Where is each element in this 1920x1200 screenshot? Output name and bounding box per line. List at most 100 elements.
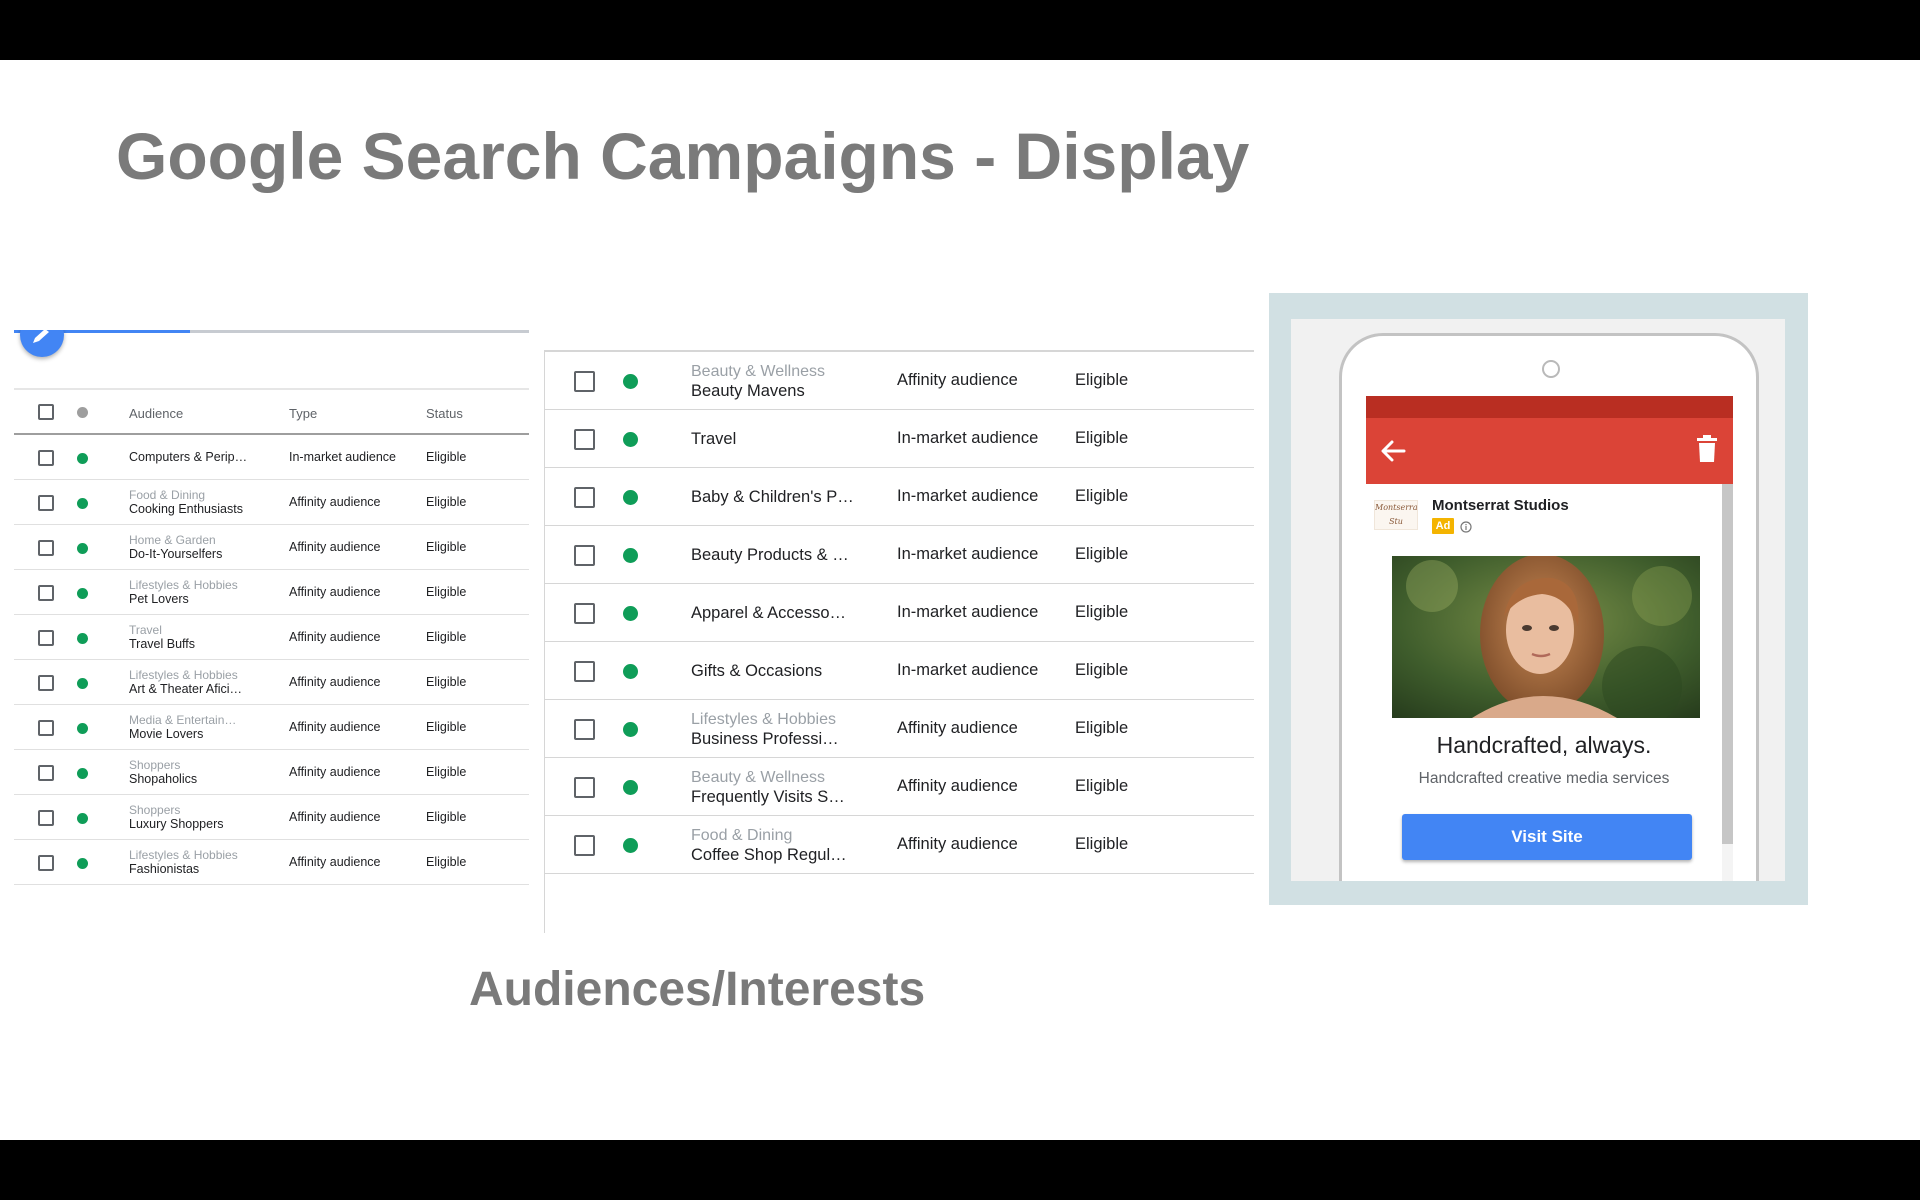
audience-category: Travel (129, 623, 162, 637)
table-row[interactable]: Lifestyles & Hobbies Fashionistas Affinit… (14, 840, 529, 885)
row-checkbox[interactable] (38, 855, 54, 871)
edit-audiences-button[interactable] (20, 330, 64, 357)
audience-name[interactable]: Beauty Mavens (691, 381, 861, 401)
table-row[interactable]: Shoppers Luxury Shoppers Affinity audienc… (14, 795, 529, 840)
audience-name[interactable]: Business Professi… (691, 729, 861, 749)
audience-name[interactable]: Art & Theater Afici… (129, 682, 259, 697)
scrollbar[interactable] (1722, 484, 1733, 844)
table-row[interactable]: Lifestyles & Hobbies Pet Lovers Affinity … (14, 570, 529, 615)
table-row[interactable]: Beauty & Wellness Beauty Mavens Affinity … (545, 352, 1254, 410)
slide-subtitle: Audiences/Interests (469, 963, 926, 1016)
audience-type: In-market audience (897, 603, 1039, 621)
column-header-status[interactable]: Status (426, 406, 463, 421)
audience-table-left: Audience Type Status Computers & Perip… … (14, 330, 529, 893)
row-checkbox[interactable] (574, 661, 595, 682)
table-row[interactable]: Lifestyles & Hobbies Art & Theater Afici…… (14, 660, 529, 705)
table-row[interactable]: Baby & Children's P… In-market audience … (545, 468, 1254, 526)
audience-status: Eligible (426, 810, 467, 824)
row-checkbox[interactable] (38, 540, 54, 556)
row-checkbox[interactable] (38, 495, 54, 511)
table-row[interactable]: Gifts & Occasions In-market audience Eli… (545, 642, 1254, 700)
advertiser-name[interactable]: Montserrat Studios (1432, 497, 1569, 514)
audience-name[interactable]: Cooking Enthusiasts (129, 502, 259, 517)
row-checkbox[interactable] (574, 719, 595, 740)
audience-type: Affinity audience (289, 855, 381, 869)
table-row[interactable]: Travel Travel Buffs Affinity audience Eli… (14, 615, 529, 660)
table-row[interactable]: Computers & Perip… In-market audience El… (14, 435, 529, 480)
audience-name[interactable]: Computers & Perip… (129, 450, 259, 465)
audience-status: Eligible (1075, 371, 1129, 389)
audience-status: Eligible (426, 855, 467, 869)
row-checkbox[interactable] (574, 429, 595, 450)
audience-name[interactable]: Movie Lovers (129, 727, 259, 742)
audience-name[interactable]: Travel Buffs (129, 637, 259, 652)
audience-category: Lifestyles & Hobbies (129, 578, 238, 592)
row-checkbox[interactable] (38, 720, 54, 736)
trash-icon[interactable] (1696, 435, 1718, 468)
audience-name[interactable]: Fashionistas (129, 862, 259, 877)
status-dot (623, 374, 638, 389)
visit-site-button[interactable]: Visit Site (1402, 814, 1692, 860)
audience-name[interactable]: Do-It-Yourselfers (129, 547, 259, 562)
status-dot (623, 490, 638, 505)
audience-name[interactable]: Pet Lovers (129, 592, 259, 607)
audience-type: Affinity audience (289, 585, 381, 599)
audience-category: Lifestyles & Hobbies (691, 710, 836, 728)
table-row[interactable]: Food & Dining Coffee Shop Regul… Affinity… (545, 816, 1254, 874)
table-row[interactable]: Lifestyles & Hobbies Business Professi… A… (545, 700, 1254, 758)
audience-status: Eligible (426, 765, 467, 779)
audience-category: Lifestyles & Hobbies (129, 848, 238, 862)
row-checkbox[interactable] (574, 371, 595, 392)
ad-headline[interactable]: Handcrafted, always. (1366, 732, 1722, 759)
audience-status: Eligible (1075, 545, 1129, 563)
row-checkbox[interactable] (574, 545, 595, 566)
row-checkbox[interactable] (38, 585, 54, 601)
row-checkbox[interactable] (574, 835, 595, 856)
ad-card[interactable]: Montserrat Stu Montserrat Studios Ad Han… (1366, 484, 1722, 881)
info-icon[interactable] (1460, 520, 1472, 538)
audience-name[interactable]: Beauty Products & … (691, 545, 861, 565)
audience-status: Eligible (1075, 777, 1129, 795)
audience-category: Beauty & Wellness (691, 768, 825, 786)
audience-type: Affinity audience (897, 835, 1018, 853)
table-row[interactable]: Shoppers Shopaholics Affinity audience El… (14, 750, 529, 795)
audience-name[interactable]: Shopaholics (129, 772, 259, 787)
table-row[interactable]: Food & Dining Cooking Enthusiasts Affinit… (14, 480, 529, 525)
table-row[interactable]: Media & Entertain… Movie Lovers Affinity … (14, 705, 529, 750)
row-checkbox[interactable] (38, 810, 54, 826)
table-row[interactable]: Beauty Products & … In-market audience E… (545, 526, 1254, 584)
audience-name[interactable]: Apparel & Accesso… (691, 603, 861, 623)
row-checkbox[interactable] (38, 630, 54, 646)
table-row[interactable]: Travel In-market audience Eligible (545, 410, 1254, 468)
select-all-checkbox[interactable] (38, 404, 54, 420)
row-checkbox[interactable] (574, 777, 595, 798)
table-row[interactable]: Apparel & Accesso… In-market audience El… (545, 584, 1254, 642)
row-checkbox[interactable] (38, 450, 54, 466)
audience-type: In-market audience (897, 429, 1039, 447)
audience-category: Shoppers (129, 803, 181, 817)
column-header-type[interactable]: Type (289, 406, 317, 421)
status-dot (623, 780, 638, 795)
audience-name[interactable]: Frequently Visits S… (691, 787, 861, 807)
row-checkbox[interactable] (38, 675, 54, 691)
audience-name[interactable]: Coffee Shop Regul… (691, 845, 861, 865)
row-checkbox[interactable] (574, 603, 595, 624)
column-header-audience[interactable]: Audience (129, 406, 183, 421)
row-checkbox[interactable] (38, 765, 54, 781)
ad-hero-image[interactable] (1392, 556, 1700, 718)
arrow-back-icon[interactable] (1380, 439, 1406, 468)
audience-name[interactable]: Baby & Children's P… (691, 487, 861, 507)
status-dot (77, 768, 88, 779)
status-dot (623, 548, 638, 563)
audience-name[interactable]: Luxury Shoppers (129, 817, 259, 832)
audience-status: Eligible (1075, 487, 1129, 505)
table-row[interactable]: Home & Garden Do-It-Yourselfers Affinity … (14, 525, 529, 570)
audience-type: Affinity audience (897, 719, 1018, 737)
table-row[interactable]: Beauty & Wellness Frequently Visits S… Af… (545, 758, 1254, 816)
table-body: Computers & Perip… In-market audience El… (14, 435, 529, 885)
audience-name[interactable]: Gifts & Occasions (691, 661, 861, 681)
audience-name[interactable]: Travel (691, 429, 861, 449)
audience-type: Affinity audience (897, 371, 1018, 389)
audience-status: Eligible (1075, 429, 1129, 447)
row-checkbox[interactable] (574, 487, 595, 508)
